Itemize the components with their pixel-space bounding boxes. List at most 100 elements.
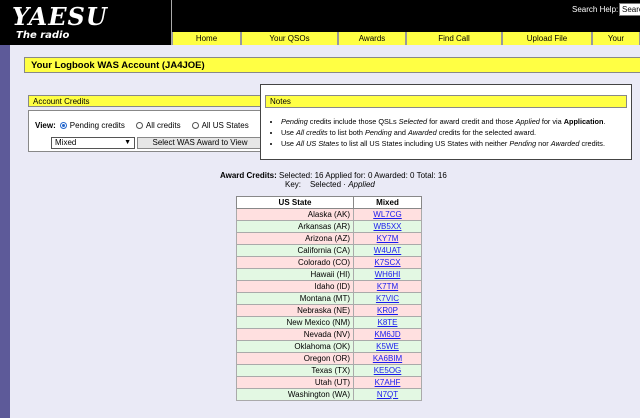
radio-pending-label[interactable]: Pending credits (70, 121, 125, 130)
state-cell: Arizona (AZ) (236, 232, 354, 245)
callsign-link[interactable]: K5WE (376, 342, 399, 351)
table-row: Arkansas (AR) WB5XX (236, 220, 422, 233)
radio-all-credits-label[interactable]: All credits (146, 121, 181, 130)
callsign-cell: N7QT (353, 388, 422, 401)
callsign-cell: K8TE (353, 316, 422, 329)
award-credits-label: Award Credits: (220, 171, 277, 180)
nav-find-call[interactable]: Find Call (406, 32, 502, 45)
search-input[interactable]: Searc (619, 3, 640, 16)
state-cell: New Mexico (NM) (236, 316, 354, 329)
table-row: Nebraska (NE) KR0P (236, 304, 422, 317)
left-sidebar-strip (0, 45, 10, 418)
table-row: Colorado (CO) K7SCX (236, 256, 422, 269)
state-cell: Arkansas (AR) (236, 220, 354, 233)
callsign-link[interactable]: K8TE (377, 318, 397, 327)
view-options: View: Pending credits All credits All US… (35, 121, 249, 130)
notes-panel: Notes Pending credits include those QSLs… (260, 84, 632, 160)
callsign-cell: KM6JD (353, 328, 422, 341)
nav-your-qsos[interactable]: Your QSOs (241, 32, 338, 45)
state-cell: Colorado (CO) (236, 256, 354, 269)
callsign-link[interactable]: WB5XX (373, 222, 401, 231)
callsign-cell: K7SCX (353, 256, 422, 269)
callsign-link[interactable]: WH6HI (375, 270, 401, 279)
table-row: Arizona (AZ) KY7M (236, 232, 422, 245)
note-item: Pending credits include those QSLs Selec… (281, 116, 606, 127)
mode-select[interactable]: Mixed ▼ (51, 137, 135, 149)
state-cell: Idaho (ID) (236, 280, 354, 293)
callsign-cell: KY7M (353, 232, 422, 245)
notes-list: Pending credits include those QSLs Selec… (275, 116, 606, 149)
table-row: Nevada (NV) KM6JD (236, 328, 422, 341)
main-nav: Home Your QSOs Awards Find Call Upload F… (172, 32, 640, 45)
status-key: Key: Selected · Applied (285, 180, 375, 189)
table-row: Utah (UT) K7AHF (236, 376, 422, 389)
state-cell: Nebraska (NE) (236, 304, 354, 317)
nav-home[interactable]: Home (172, 32, 241, 45)
view-label: View: (35, 121, 56, 130)
radio-pending-credits[interactable] (59, 122, 67, 129)
key-selected: Selected (309, 180, 342, 189)
table-row: Texas (TX) KE5OG (236, 364, 422, 377)
nav-upload-file[interactable]: Upload File (502, 32, 592, 45)
top-header: YAESU The radio Search Help: Searc Home … (0, 0, 640, 45)
award-credits-summary: Award Credits: Selected: 16 Applied for:… (220, 171, 447, 180)
callsign-link[interactable]: K7VIC (376, 294, 399, 303)
callsign-cell: KR0P (353, 304, 422, 317)
note-item: Use All US States to list all US States … (281, 138, 606, 149)
state-cell: Utah (UT) (236, 376, 354, 389)
radio-all-credits[interactable] (135, 122, 143, 129)
callsign-cell: K5WE (353, 340, 422, 353)
callsign-link[interactable]: KA6BIM (373, 354, 402, 363)
callsign-link[interactable]: K7AHF (375, 378, 401, 387)
callsign-link[interactable]: KY7M (377, 234, 399, 243)
nav-your-more[interactable]: Your (592, 32, 640, 45)
table-row: New Mexico (NM) K8TE (236, 316, 422, 329)
table-row: Idaho (ID) K7TM (236, 280, 422, 293)
table-row: Hawaii (HI) WH6HI (236, 268, 422, 281)
callsign-link[interactable]: K7SCX (374, 258, 400, 267)
radio-all-us-states[interactable] (191, 122, 199, 129)
callsign-link[interactable]: KE5OG (374, 366, 402, 375)
award-credits-values: Selected: 16 Applied for: 0 Awarded: 0 T… (279, 171, 447, 180)
nav-awards[interactable]: Awards (338, 32, 406, 45)
table-body: Alaska (AK) WL7CG Arkansas (AR) WB5XX Arizon… (236, 208, 422, 401)
logo-text: YAESU (12, 2, 108, 31)
state-cell: Oregon (OR) (236, 352, 354, 365)
state-cell: Washington (WA) (236, 388, 354, 401)
callsign-cell: KA6BIM (353, 352, 422, 365)
state-cell: Hawaii (HI) (236, 268, 354, 281)
notes-title: Notes (265, 95, 627, 108)
search-help-label: Search Help: (572, 5, 619, 14)
callsign-cell: KE5OG (353, 364, 422, 377)
callsign-cell: K7TM (353, 280, 422, 293)
state-cell: Nevada (NV) (236, 328, 354, 341)
callsign-cell: WL7CG (353, 208, 422, 221)
yaesu-logo[interactable]: YAESU The radio (0, 0, 172, 45)
callsign-link[interactable]: K7TM (377, 282, 398, 291)
note-item: Use All credits to list both Pending and… (281, 127, 606, 138)
callsign-cell: WB5XX (353, 220, 422, 233)
key-applied: Applied (348, 180, 375, 189)
state-cell: Montana (MT) (236, 292, 354, 305)
callsign-link[interactable]: KM6JD (374, 330, 400, 339)
account-credits-panel: View: Pending credits All credits All US… (28, 110, 264, 152)
table-row: Alaska (AK) WL7CG (236, 208, 422, 221)
logo-subtitle: The radio (16, 30, 70, 41)
select-was-award-button[interactable]: Select WAS Award to View (137, 137, 263, 149)
callsign-link[interactable]: W4UAT (374, 246, 401, 255)
callsign-link[interactable]: WL7CG (373, 210, 401, 219)
table-row: Montana (MT) K7VIC (236, 292, 422, 305)
callsign-link[interactable]: KR0P (377, 306, 398, 315)
radio-all-us-states-label[interactable]: All US States (202, 121, 249, 130)
chevron-down-icon: ▼ (124, 139, 131, 146)
callsign-cell: K7AHF (353, 376, 422, 389)
table-row: California (CA) W4UAT (236, 244, 422, 257)
callsign-link[interactable]: N7QT (377, 390, 398, 399)
state-cell: California (CA) (236, 244, 354, 257)
state-cell: Oklahoma (OK) (236, 340, 354, 353)
main-content: Your Logbook WAS Account (JA4JOE) Accoun… (10, 45, 640, 418)
callsign-cell: W4UAT (353, 244, 422, 257)
state-cell: Alaska (AK) (236, 208, 354, 221)
column-header-us-state: US State (236, 196, 354, 209)
was-credits-table: US State Mixed Alaska (AK) WL7CG Arkansas … (236, 196, 422, 401)
